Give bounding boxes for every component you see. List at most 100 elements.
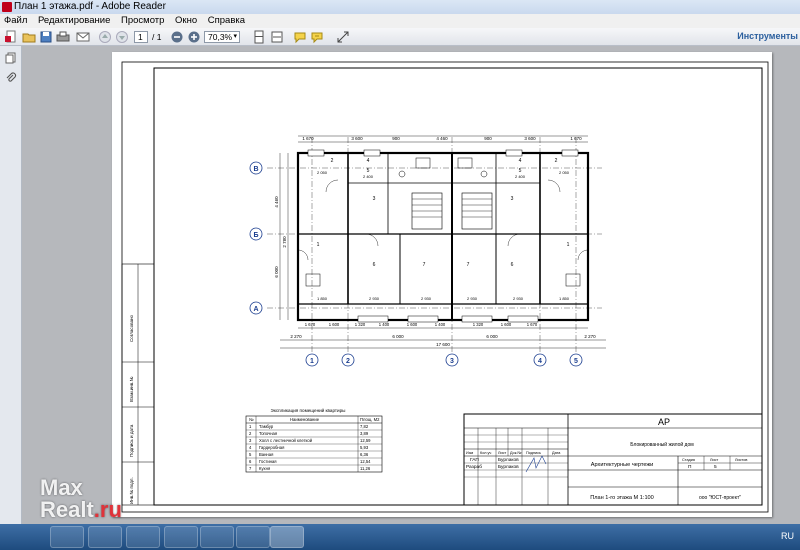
create-pdf-icon[interactable] [4,30,18,44]
watermark-domain: .ru [93,497,122,522]
top-dim: 900 [484,136,492,141]
open-file-icon[interactable] [22,30,36,44]
prev-page-icon[interactable] [98,30,112,44]
top-dim: 900 [392,136,400,141]
language-indicator[interactable]: RU [781,531,794,541]
stamp-stage-header: Лист [710,458,719,462]
zoom-out-icon[interactable] [170,30,184,44]
shark-taskbar-icon[interactable] [164,526,198,548]
next-page-icon[interactable] [115,30,129,44]
stamp-role: Разраб [466,464,482,470]
window-titlebar: План 1 этажа.pdf - Adobe Reader [0,0,800,14]
adobe-reader-taskbar-icon[interactable] [270,526,304,548]
expand-icon[interactable] [336,30,350,44]
axis-col-label: 4 [538,358,542,365]
comment-icon[interactable] [293,30,307,44]
stamp-col-header: Изм [466,451,473,455]
stamp-name: Бурлаков [498,457,519,463]
tools-panel-link[interactable]: Инструменты [737,31,798,41]
fit-page-icon[interactable] [252,30,266,44]
menu-window[interactable]: Окно [171,14,201,28]
room-number-2: 2 [331,158,334,164]
torrent-taskbar-icon[interactable] [200,526,234,548]
document-viewport[interactable]: Согласовано Взам.инв.№ Подпись и дата Ин… [22,46,800,524]
explication-cell: 11,26 [360,466,371,471]
save-icon[interactable] [39,30,53,44]
inner-dimensions: 2 050 2 400 2 400 2 050 2 930 2 930 2 93… [317,170,570,301]
menu-help[interactable]: Справка [204,14,249,28]
explication-cell: Гостиная [259,459,277,464]
stamp-stage-header: Стадия [682,458,695,462]
stamp-col-header: Кол.уч [480,451,491,455]
bottom-row-dim: 1 600 [407,322,418,327]
fit-width-icon[interactable] [270,30,284,44]
explication-cell: 5 [249,452,252,457]
explication-cell: 7,82 [360,424,369,429]
bottom-row-dim: 1 600 [501,322,512,327]
stamp-sheet-title: План 1-го этажа М 1:100 [590,495,654,501]
explication-cell: 5,93 [360,445,369,450]
signature-mark [525,455,547,473]
explication-cell: 2 [249,431,252,436]
zoom-value: 70,3% [208,32,233,42]
stamp-role: ГАП [470,457,479,463]
bottom-row-dimensions: 1 670 1 600 1 320 1 400 1 600 1 400 1 32… [305,322,538,327]
chevron-down-icon: ▾ [233,33,237,40]
yandex-browser-taskbar-icon[interactable] [236,526,270,548]
inner-dim: 2 930 [467,296,478,301]
room-number-3b: 3 [511,196,514,202]
side-stamp-agreed: Согласовано [129,314,134,342]
top-dim: 1 670 [302,136,314,141]
explication-cell: 12,54 [360,459,371,464]
left-dim: 6 000 [274,266,279,278]
room-number-6b: 6 [511,262,514,268]
pages-panel-icon[interactable] [5,52,17,64]
zoom-in-icon[interactable] [187,30,201,44]
page-total: / 1 [152,32,162,42]
bottom-dim: 6 000 [392,334,404,339]
room-number-labels: 1 2 3 4 5 6 7 1 2 3 4 5 6 7 [317,158,570,268]
explication-cell: 6 [249,459,252,464]
explication-cell: 3 [249,438,252,443]
menu-view[interactable]: Просмотр [117,14,168,28]
highlight-icon[interactable] [310,30,324,44]
explication-header-num: № [249,417,254,422]
explication-table: Экспликация помещений квартиры № Наимено… [245,407,383,473]
email-icon[interactable] [76,30,90,44]
menu-edit[interactable]: Редактирование [34,14,114,28]
inner-dim: 1 850 [559,296,570,301]
print-icon[interactable] [56,30,70,44]
attachments-paperclip-icon[interactable] [5,72,17,84]
room-number-1: 1 [317,242,320,248]
watermark-line1: Max [40,475,83,500]
explication-cell: 6,36 [360,452,369,457]
stamp-stage-value: П [688,464,692,470]
room-number-7b: 7 [467,262,470,268]
left-dimensions: 4 460 6 000 2 780 [274,196,287,278]
axis-row-label: А [253,306,258,313]
explication-header-area: Площ. М2 [360,417,380,422]
stamp-col-header: Лист [498,451,507,455]
adobe-reader-icon [2,2,12,12]
inner-dim: 2 050 [559,170,570,175]
explication-cell: 12,59 [360,438,371,443]
explication-cell: Топочная [259,431,277,436]
zoom-level-select[interactable]: 70,3% ▾ [204,31,240,43]
menu-file[interactable]: Файл [0,14,31,28]
explication-cell: 4 [249,445,252,450]
network-taskbar-icon[interactable] [126,526,160,548]
inner-dim: 2 930 [369,296,380,301]
explication-header-name: Наименование [290,417,320,422]
bottom-row-dim: 1 600 [329,322,340,327]
explication-cell: Тамбур [259,424,274,429]
stamp-sheet-value: 5 [714,464,717,470]
axis-row-label: В [253,166,258,173]
page-number-input[interactable]: 1 [134,31,148,43]
pdf-page: Согласовано Взам.инв.№ Подпись и дата Ин… [112,52,772,517]
explorer-taskbar-icon[interactable] [50,526,84,548]
explication-cell: Ванная [259,452,273,457]
side-stamp-sign: Подпись и дата [129,424,134,457]
media-taskbar-icon[interactable] [88,526,122,548]
stamp-section: Архитектурные чертежи [591,462,654,468]
left-dim: 2 780 [282,236,287,248]
